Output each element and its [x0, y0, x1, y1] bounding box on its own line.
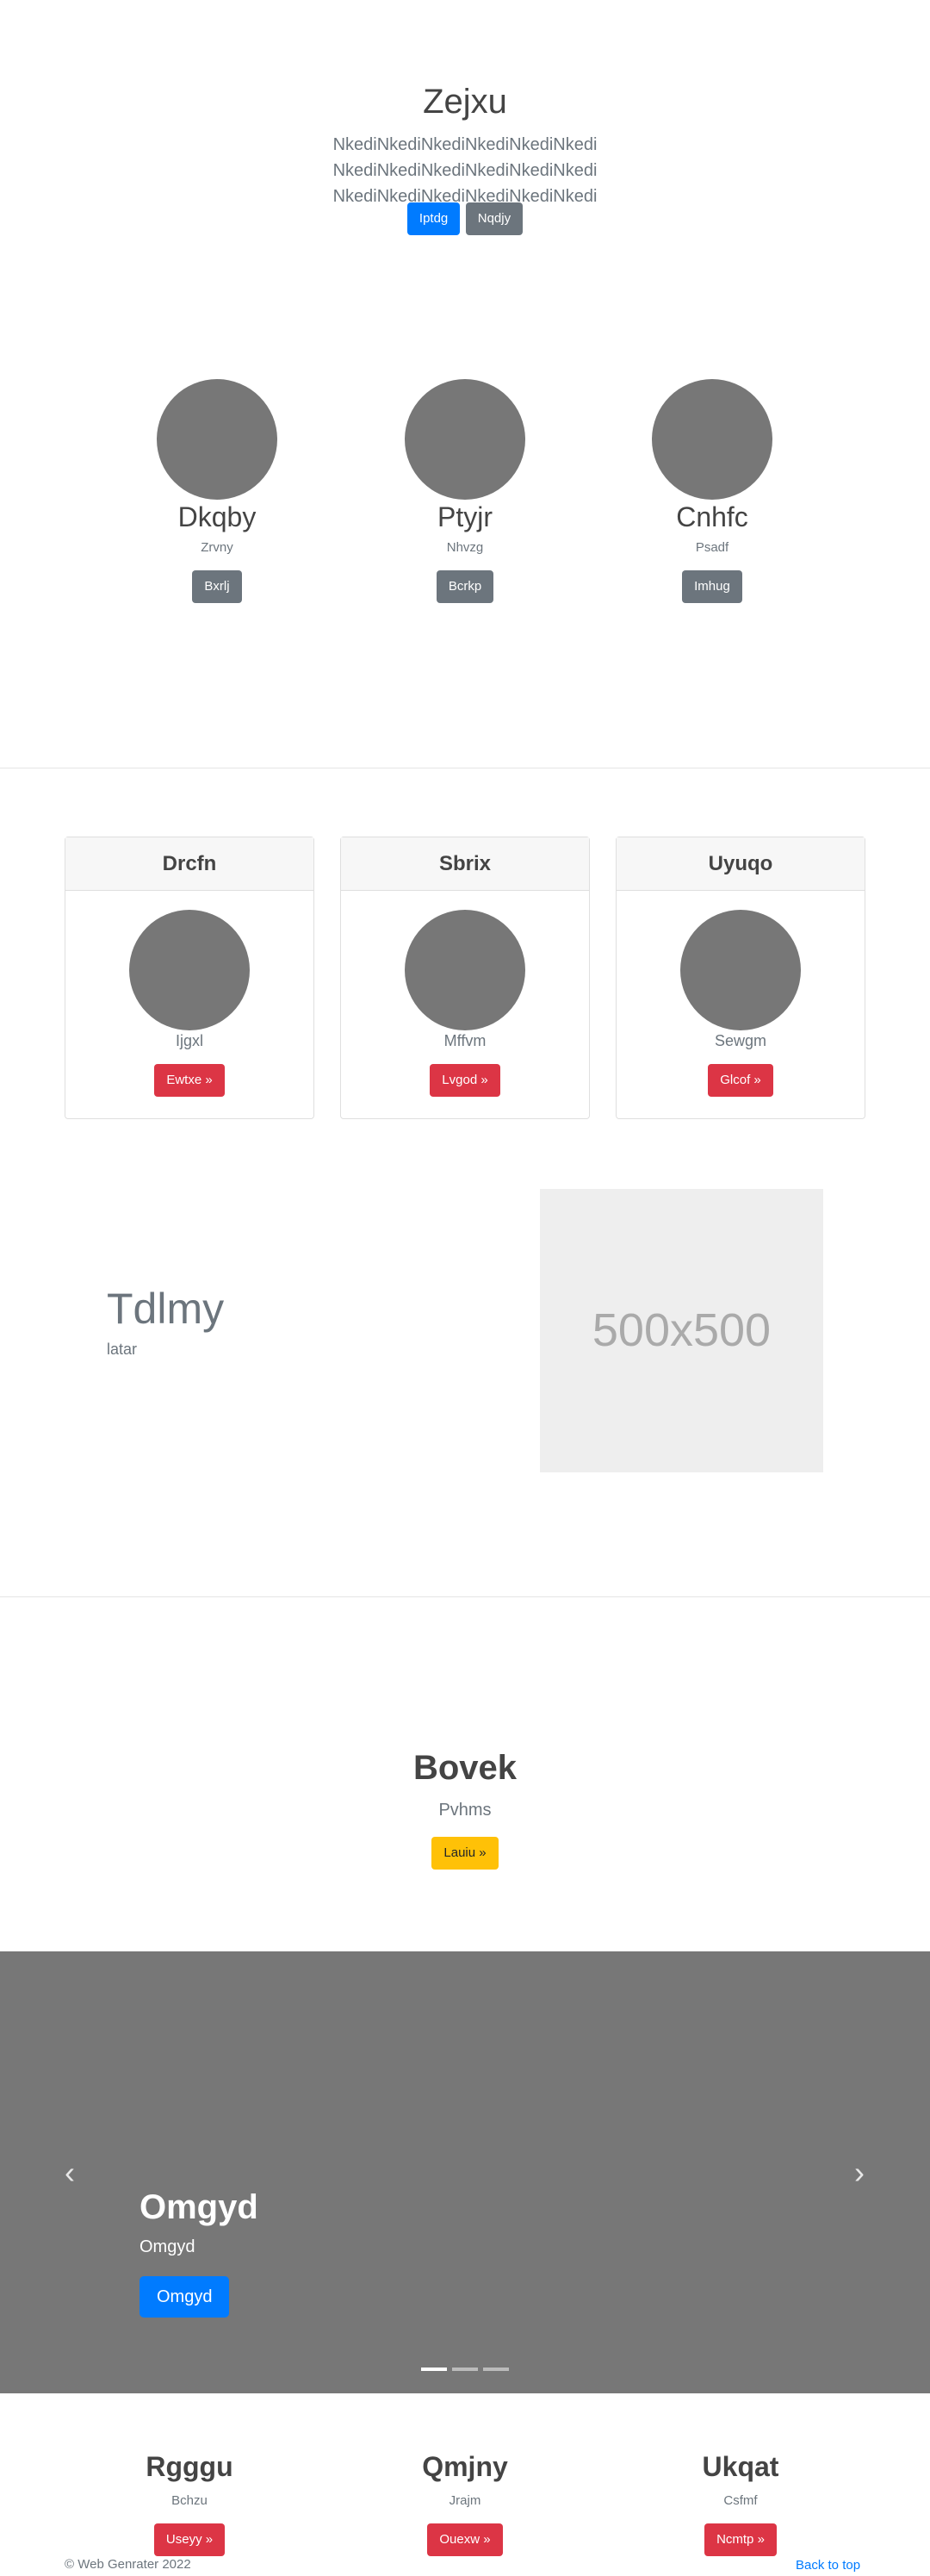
feature-title: Tdlmy — [107, 1285, 225, 1333]
section-divider — [0, 1596, 930, 1597]
team-member-name: Dkqby — [177, 501, 257, 532]
avatar — [157, 379, 277, 500]
bottom-team-subtitle: Jrajm — [449, 2493, 481, 2508]
chevron-right-icon[interactable]: › — [846, 2157, 872, 2188]
feature-image-placeholder: 500x500 — [540, 1189, 823, 1472]
hero-secondary-button[interactable]: Nqdjy — [465, 202, 524, 235]
bottom-team-name: Ukqat — [702, 2451, 779, 2482]
chevron-left-icon[interactable]: ‹ — [57, 2157, 83, 2188]
team-member-name: Ptyjr — [437, 501, 493, 532]
carousel-indicator[interactable] — [452, 2368, 478, 2371]
team-member-subtitle: Zrvny — [201, 540, 233, 555]
card-header: Drcfn — [65, 837, 313, 891]
team-section: Dkqby Zrvny Bxrlj Ptyjr Nhvzg Bcrkp Cnhf… — [0, 379, 930, 612]
hero-section: Zejxu NkediNkediNkediNkediNkediNkedi Nke… — [0, 0, 930, 293]
team-member-button[interactable]: Bxrlj — [192, 570, 242, 603]
team-member-button[interactable]: Bcrkp — [436, 570, 494, 603]
cta-title: Bovek — [412, 1749, 518, 1787]
footer-copyright: © Web Genrater 2022 — [65, 2557, 191, 2572]
carousel-indicator[interactable] — [483, 2368, 509, 2371]
cta-subtitle: Pvhms — [438, 1801, 492, 1820]
card-image — [680, 910, 801, 1030]
carousel-indicators — [0, 2368, 930, 2371]
carousel-title: Omgyd — [140, 2188, 258, 2226]
card-image — [129, 910, 250, 1030]
card-text: Ijgxl — [175, 1032, 203, 1049]
bottom-team-name: Qmjny — [422, 2451, 508, 2482]
card-button[interactable]: Glcof » — [708, 1064, 773, 1097]
avatar — [652, 379, 772, 500]
hero-buttons: Iptdg Nqdjy — [0, 202, 930, 235]
team-member-name: Cnhfc — [676, 501, 748, 532]
team-member: Dkqby Zrvny Bxrlj — [114, 379, 320, 603]
carousel-button[interactable]: Omgyd — [140, 2276, 230, 2318]
cta-button-wrap: Lauiu » — [0, 1837, 930, 1870]
back-to-top-link[interactable]: Back to top — [796, 2558, 860, 2573]
card-button[interactable]: Ewtxe » — [154, 1064, 225, 1097]
card-button[interactable]: Lvgod » — [430, 1064, 500, 1097]
bottom-team-member: Qmjny Jrajm Ouexw » — [362, 2451, 568, 2556]
card-header: Uyuqo — [617, 837, 865, 891]
carousel: ‹ › Omgyd Omgyd Omgyd — [0, 1951, 930, 2393]
bottom-team-member: Ukqat Csfmf Ncmtp » — [637, 2451, 844, 2556]
hero-title: Zejxu — [423, 83, 507, 121]
card-image — [405, 910, 525, 1030]
bottom-team-button[interactable]: Ouexw » — [427, 2523, 503, 2556]
hero-primary-button[interactable]: Iptdg — [406, 202, 461, 235]
card-text: Sewgm — [714, 1032, 767, 1049]
team-member-subtitle: Psadf — [695, 540, 729, 555]
bottom-team-name: Rgggu — [146, 2451, 233, 2482]
team-member: Ptyjr Nhvzg Bcrkp — [362, 379, 568, 603]
bottom-team-subtitle: Csfmf — [723, 2493, 758, 2508]
card: Drcfn Ijgxl Ewtxe » — [65, 837, 314, 1119]
bottom-team-button[interactable]: Useyy » — [153, 2523, 226, 2556]
avatar — [405, 379, 525, 500]
team-member-subtitle: Nhvzg — [446, 540, 484, 555]
hero-lead: NkediNkediNkediNkediNkediNkedi NkediNked… — [332, 135, 598, 206]
carousel-subtitle: Omgyd — [140, 2237, 195, 2256]
card-header: Sbrix — [341, 837, 589, 891]
carousel-indicator[interactable] — [421, 2368, 447, 2371]
bottom-team-member: Rgggu Bchzu Useyy » — [86, 2451, 293, 2556]
card: Uyuqo Sewgm Glcof » — [616, 837, 865, 1119]
bottom-team-button[interactable]: Ncmtp » — [704, 2523, 777, 2556]
team-member: Cnhfc Psadf Imhug — [609, 379, 815, 603]
team-member-button[interactable]: Imhug — [682, 570, 742, 603]
card-text: Mffvm — [443, 1032, 487, 1049]
card: Sbrix Mffvm Lvgod » — [340, 837, 590, 1119]
feature-subtitle: latar — [107, 1341, 138, 1358]
cta-button[interactable]: Lauiu » — [431, 1837, 499, 1870]
bottom-team-subtitle: Bchzu — [171, 2493, 208, 2508]
